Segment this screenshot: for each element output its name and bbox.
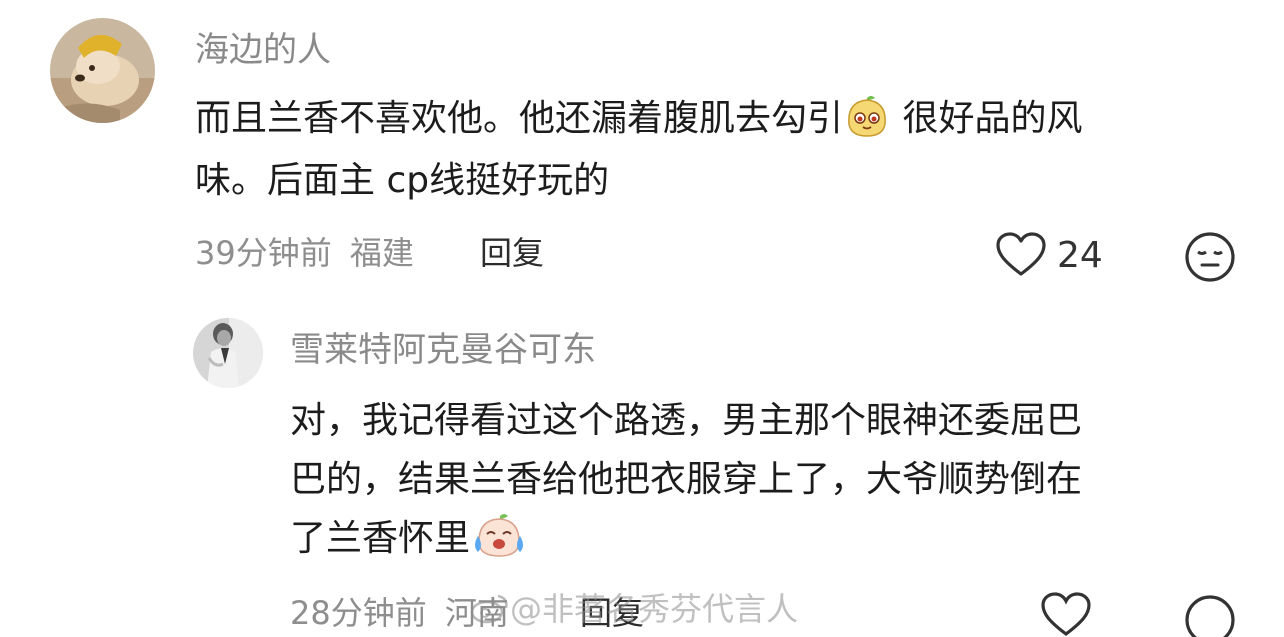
dislike-button[interactable] [1184, 231, 1236, 283]
comment-text-part-2: 很好品的风 [902, 98, 1083, 139]
heart-icon [995, 232, 1047, 282]
comment-text-part-1: 而且兰香不喜欢他。他还漏着腹肌去勾引 [195, 98, 844, 139]
reply-dislike-button[interactable] [1184, 594, 1236, 637]
comment-meta: 39分钟前 福建 [195, 237, 414, 269]
like-count: 24 [1057, 235, 1103, 276]
reply-text-line-2: 巴的，结果兰香给他把衣服穿上了，大爷顺势倒在 [290, 459, 1083, 500]
watermark: @非著名秀芬代言人 [470, 592, 798, 629]
reply-time: 28分钟前 [290, 594, 427, 632]
comment-time: 39分钟前 [195, 234, 332, 272]
crying-laugh-bun-emoji-icon [470, 512, 528, 576]
comment-text-part-3: 味。后面主 cp线挺好玩的 [195, 160, 610, 201]
reply-like-button[interactable] [1040, 592, 1120, 637]
reply-text-line-3: 了兰香怀里 [290, 518, 471, 559]
comment-body: 而且兰香不喜欢他。他还漏着腹肌去勾引 很好品的风 味。后面主 cp线挺好玩的 [195, 92, 1255, 208]
commenter-username[interactable]: 海边的人 [195, 33, 331, 67]
like-button[interactable]: 24 [995, 230, 1115, 280]
neutral-face-icon [1185, 595, 1235, 637]
avatar-commenter[interactable] [50, 18, 155, 123]
neutral-face-icon [1185, 232, 1235, 282]
avatar-replier[interactable] [193, 318, 263, 388]
man-avatar-image [193, 318, 263, 388]
comment-reply-button[interactable]: 回复 [480, 237, 544, 269]
smirk-bun-emoji-icon [843, 94, 891, 154]
reply-text-line-1: 对，我记得看过这个路透，男主那个眼神还委屈巴 [290, 400, 1083, 441]
reply-body: 对，我记得看过这个路透，男主那个眼神还委屈巴 巴的，结果兰香给他把衣服穿上了，大… [290, 391, 1250, 576]
weibo-logo-icon [470, 592, 510, 629]
replier-username[interactable]: 雪莱特阿克曼谷可东 [290, 333, 596, 367]
dog-avatar-image [50, 18, 155, 123]
heart-icon [1041, 592, 1091, 637]
watermark-text: @非著名秀芬代言人 [510, 590, 799, 628]
comment-location: 福建 [349, 234, 414, 272]
